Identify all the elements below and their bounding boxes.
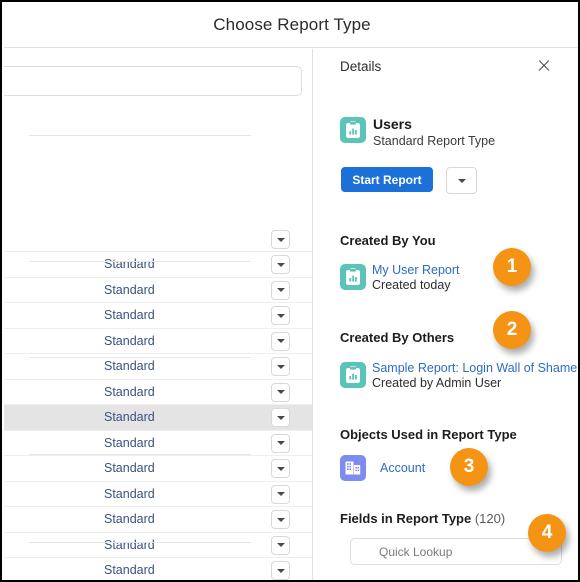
section-heading-objects-used: Objects Used in Report Type	[340, 427, 517, 442]
row-menu-button[interactable]	[271, 357, 290, 376]
callout-badge-2: 2	[493, 311, 531, 349]
row-menu-button[interactable]	[271, 434, 290, 453]
row-menu-button[interactable]	[271, 230, 290, 249]
start-report-menu-button[interactable]	[446, 167, 477, 194]
row-type-label: Standard	[104, 308, 155, 322]
table-row[interactable]: Standard	[4, 533, 312, 559]
row-menu-button[interactable]	[271, 306, 290, 325]
row-type-label: Standard	[104, 334, 155, 348]
fields-heading-label: Fields in Report Type	[340, 511, 471, 526]
row-type-label: Standard	[104, 410, 155, 424]
divider-created-by-you	[29, 261, 251, 262]
row-menu-button[interactable]	[271, 332, 290, 351]
created-by-others-report-link[interactable]: Sample Report: Login Wall of Shame	[372, 361, 577, 375]
details-header: Details	[313, 49, 580, 85]
row-type-label: Standard	[104, 538, 155, 552]
created-by-you-report-link[interactable]: My User Report	[372, 263, 460, 277]
chevron-down-icon	[277, 441, 285, 445]
callout-badge-4: 4	[528, 514, 566, 552]
chevron-down-icon	[277, 390, 285, 394]
row-type-label: Standard	[104, 359, 155, 373]
table-row[interactable]: Standard	[4, 405, 312, 431]
table-row[interactable]	[4, 239, 312, 252]
section-heading-created-by-others: Created By Others	[340, 330, 454, 345]
created-by-you-report-meta: Created today	[372, 278, 451, 292]
row-menu-button[interactable]	[271, 383, 290, 402]
report-type-name: Users	[373, 116, 412, 132]
chevron-down-icon	[277, 492, 285, 496]
table-row[interactable]: Standard	[4, 303, 312, 329]
report-clipboard-icon	[340, 264, 366, 290]
section-heading-created-by-you: Created By You	[340, 233, 436, 248]
details-title: Details	[340, 59, 381, 74]
chevron-down-icon	[277, 238, 285, 242]
account-building-icon	[340, 455, 366, 481]
table-row[interactable]: Standard	[4, 329, 312, 355]
divider-header	[29, 135, 251, 136]
table-row[interactable]: Standard	[4, 456, 312, 482]
row-type-label: Standard	[104, 461, 155, 475]
row-menu-button[interactable]	[271, 459, 290, 478]
chevron-down-icon	[277, 339, 285, 343]
fields-count: (120)	[475, 511, 505, 526]
report-type-list-pane: Standard Standard Standard Standard Standard…	[4, 49, 312, 582]
row-type-label: Standard	[104, 512, 155, 526]
created-by-others-report-meta: Created by Admin User	[372, 376, 501, 390]
table-row[interactable]: Standard	[4, 558, 312, 582]
divider-objects-used	[29, 454, 251, 455]
table-row[interactable]: Standard	[4, 482, 312, 508]
row-menu-button[interactable]	[271, 561, 290, 580]
row-type-label: Standard	[104, 436, 155, 450]
report-type-search-input[interactable]	[4, 66, 302, 96]
chevron-down-icon	[277, 467, 285, 471]
chevron-down-icon	[277, 518, 285, 522]
row-menu-button[interactable]	[271, 255, 290, 274]
page-title: Choose Report Type	[4, 15, 580, 35]
row-menu-button[interactable]	[271, 485, 290, 504]
chevron-down-icon	[277, 416, 285, 420]
table-row[interactable]: Standard	[4, 431, 312, 457]
chevron-down-icon	[277, 288, 285, 292]
row-type-label: Standard	[104, 487, 155, 501]
start-report-button[interactable]: Start Report	[341, 167, 433, 192]
callout-badge-3: 3	[450, 448, 488, 486]
report-type-subtitle: Standard Report Type	[373, 134, 495, 148]
table-row[interactable]: Standard	[4, 380, 312, 406]
table-row[interactable]: Standard	[4, 507, 312, 533]
window-titlebar: Choose Report Type	[4, 4, 580, 48]
report-type-row-list: Standard Standard Standard Standard Standard…	[4, 239, 312, 582]
row-type-label: Standard	[104, 385, 155, 399]
divider-created-by-others	[29, 357, 251, 358]
report-clipboard-icon	[340, 362, 366, 388]
objects-used-account-link[interactable]: Account	[380, 461, 425, 475]
chevron-down-icon	[277, 365, 285, 369]
screenshot-root: Choose Report Type StandardStandardStand…	[0, 0, 580, 582]
chevron-down-icon	[277, 263, 285, 267]
section-heading-fields: Fields in Report Type (120)	[340, 511, 505, 526]
row-menu-button[interactable]	[271, 281, 290, 300]
row-menu-button[interactable]	[271, 408, 290, 427]
close-icon[interactable]	[536, 58, 552, 74]
row-type-label: Standard	[104, 257, 155, 271]
divider-fields	[29, 542, 251, 543]
chevron-down-icon	[277, 314, 285, 318]
chevron-down-icon	[277, 543, 285, 547]
row-menu-button[interactable]	[271, 510, 290, 529]
table-row[interactable]: Standard	[4, 278, 312, 304]
callout-badge-1: 1	[493, 248, 531, 286]
row-type-label: Standard	[104, 563, 155, 577]
chevron-down-icon	[458, 179, 466, 183]
table-row[interactable]: Standard	[4, 252, 312, 278]
report-clipboard-icon	[340, 117, 366, 143]
row-menu-button[interactable]	[271, 536, 290, 555]
chevron-down-icon	[277, 569, 285, 573]
row-type-label: Standard	[104, 283, 155, 297]
